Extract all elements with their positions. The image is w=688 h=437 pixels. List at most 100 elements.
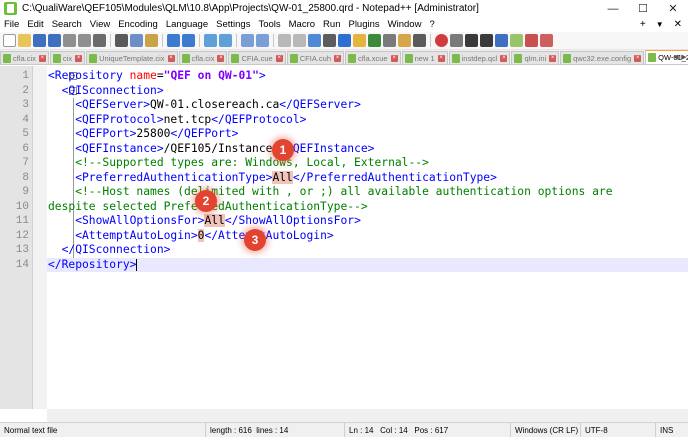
tab-close-icon[interactable]: × — [38, 54, 46, 62]
monitoring-icon[interactable] — [413, 34, 426, 47]
code-token: <QEFProtocol> — [48, 112, 164, 126]
menu-macro[interactable]: Macro — [285, 19, 319, 30]
redo-icon[interactable] — [182, 34, 195, 47]
tab-close-icon[interactable]: × — [549, 54, 557, 62]
tab-document[interactable]: qwc32.exe.config × — [560, 51, 645, 64]
tab-close-icon[interactable]: × — [334, 54, 341, 62]
replace-icon[interactable] — [219, 34, 232, 47]
run-macro-multiple-icon[interactable] — [480, 34, 493, 47]
menu-plugins[interactable]: Plugins — [344, 19, 383, 30]
save-all-icon[interactable] — [48, 34, 61, 47]
close-button[interactable]: ✕ — [658, 0, 688, 17]
status-col-value: Col : 14 — [380, 426, 408, 435]
folder-workspace-icon[interactable] — [398, 34, 411, 47]
menu-view[interactable]: View — [86, 19, 114, 30]
tab-close-icon[interactable]: × — [634, 54, 642, 62]
menu-help[interactable]: ? — [425, 19, 438, 30]
abc-spellcheck-icon[interactable] — [510, 34, 523, 47]
plugin-icon[interactable] — [525, 34, 538, 47]
tab-document[interactable]: cix × — [49, 51, 86, 64]
undo-icon[interactable] — [167, 34, 180, 47]
save-icon[interactable] — [33, 34, 46, 47]
indent-guide-icon[interactable] — [338, 34, 351, 47]
tab-close-icon[interactable]: × — [275, 54, 283, 62]
code-token: <Repository — [48, 69, 130, 82]
tab-close-icon[interactable]: × — [437, 54, 445, 62]
tab-scroll-right-icon[interactable]: ▶ — [680, 52, 688, 63]
code-token: </PreferredAuthenticationType> — [292, 170, 497, 184]
save-macro-icon[interactable] — [495, 34, 508, 47]
tab-document[interactable]: qlm.ini × — [511, 51, 560, 64]
tab-close-icon[interactable]: × — [390, 54, 398, 62]
record-macro-icon[interactable] — [435, 34, 448, 47]
tab-document[interactable]: cfla.cix × — [178, 51, 228, 64]
menu-search[interactable]: Search — [48, 19, 86, 30]
menu-edit[interactable]: Edit — [23, 19, 47, 30]
copy-icon[interactable] — [130, 34, 143, 47]
zoom-out-icon[interactable] — [256, 34, 269, 47]
minimize-button[interactable]: — — [598, 0, 628, 17]
tab-document[interactable]: UniqueTemplate.cix × — [86, 51, 178, 64]
cut-icon[interactable] — [115, 34, 128, 47]
code-token: "QEF on QW-01" — [163, 69, 259, 82]
menu-settings[interactable]: Settings — [212, 19, 254, 30]
tab-close-icon[interactable]: × — [500, 54, 508, 62]
status-eol[interactable]: Windows (CR LF) — [510, 423, 578, 437]
menu-run[interactable]: Run — [319, 19, 344, 30]
zoom-in-icon[interactable] — [241, 34, 254, 47]
paste-icon[interactable] — [145, 34, 158, 47]
tab-document[interactable]: cfla.cix × — [0, 51, 49, 64]
tab-label: UniqueTemplate.cix — [99, 53, 165, 63]
new-file-icon[interactable] — [3, 34, 16, 47]
highlighted-value: All — [204, 214, 225, 227]
document-icon — [648, 53, 657, 62]
close-document-icon[interactable]: ✕ — [674, 19, 682, 30]
tab-close-icon[interactable]: × — [75, 54, 83, 62]
highlighted-value: All — [272, 170, 293, 184]
menu-tools[interactable]: Tools — [254, 19, 284, 30]
fold-margin: − − — [33, 66, 77, 409]
tab-document[interactable]: instdep.qcl × — [448, 51, 511, 64]
tab-close-icon[interactable]: × — [167, 54, 175, 62]
doc-map-icon[interactable] — [368, 34, 381, 47]
toolbar-separator — [430, 34, 431, 47]
tab-list-dropdown-icon[interactable]: ▼ — [656, 20, 664, 29]
function-list-icon[interactable] — [383, 34, 396, 47]
close-all-icon[interactable] — [78, 34, 91, 47]
status-position: Ln : 14 Col : 14 Pos : 617 — [344, 423, 448, 437]
new-tab-plus-icon[interactable]: + — [640, 19, 646, 30]
maximize-button[interactable]: ☐ — [628, 0, 658, 17]
document-icon — [52, 53, 61, 63]
code-token: <PreferredAuthenticationType> — [48, 170, 273, 184]
tab-document[interactable]: cfla.xcue × — [345, 51, 401, 64]
open-file-icon[interactable] — [18, 34, 31, 47]
sync-vertical-icon[interactable] — [278, 34, 291, 47]
status-encoding[interactable]: UTF-8 — [580, 423, 608, 437]
plugin2-icon[interactable] — [540, 34, 553, 47]
user-language-icon[interactable] — [353, 34, 366, 47]
show-all-characters-icon[interactable] — [323, 34, 336, 47]
tab-scroll-left-icon[interactable]: ◀ — [672, 52, 680, 63]
horizontal-scrollbar[interactable] — [47, 409, 688, 422]
menu-language[interactable]: Language — [162, 19, 212, 30]
play-macro-icon[interactable] — [465, 34, 478, 47]
editor-area[interactable]: 1 2 3 4 5 6 7 8 9 10 11 12 13 14 − − <Repository name=… — [0, 66, 688, 409]
close-file-icon[interactable] — [63, 34, 76, 47]
status-file-type: Normal text file — [4, 426, 58, 435]
menu-file[interactable]: File — [0, 19, 23, 30]
word-wrap-icon[interactable] — [308, 34, 321, 47]
code-token: <QISconnection> — [48, 83, 164, 97]
code-token: </Repository> — [48, 257, 137, 271]
tab-document[interactable]: new 1 × — [401, 51, 448, 64]
sync-horizontal-icon[interactable] — [293, 34, 306, 47]
tab-document[interactable]: CFIA.cue × — [228, 51, 286, 64]
tab-label: cix — [62, 53, 73, 63]
tab-document[interactable]: CFIA.cuh × — [286, 51, 344, 64]
tab-label: CFIA.cue — [241, 53, 273, 63]
menu-encoding[interactable]: Encoding — [114, 19, 162, 30]
menu-window[interactable]: Window — [384, 19, 426, 30]
tab-close-icon[interactable]: × — [217, 54, 225, 62]
stop-macro-icon[interactable] — [450, 34, 463, 47]
print-icon[interactable] — [93, 34, 106, 47]
find-icon[interactable] — [204, 34, 217, 47]
